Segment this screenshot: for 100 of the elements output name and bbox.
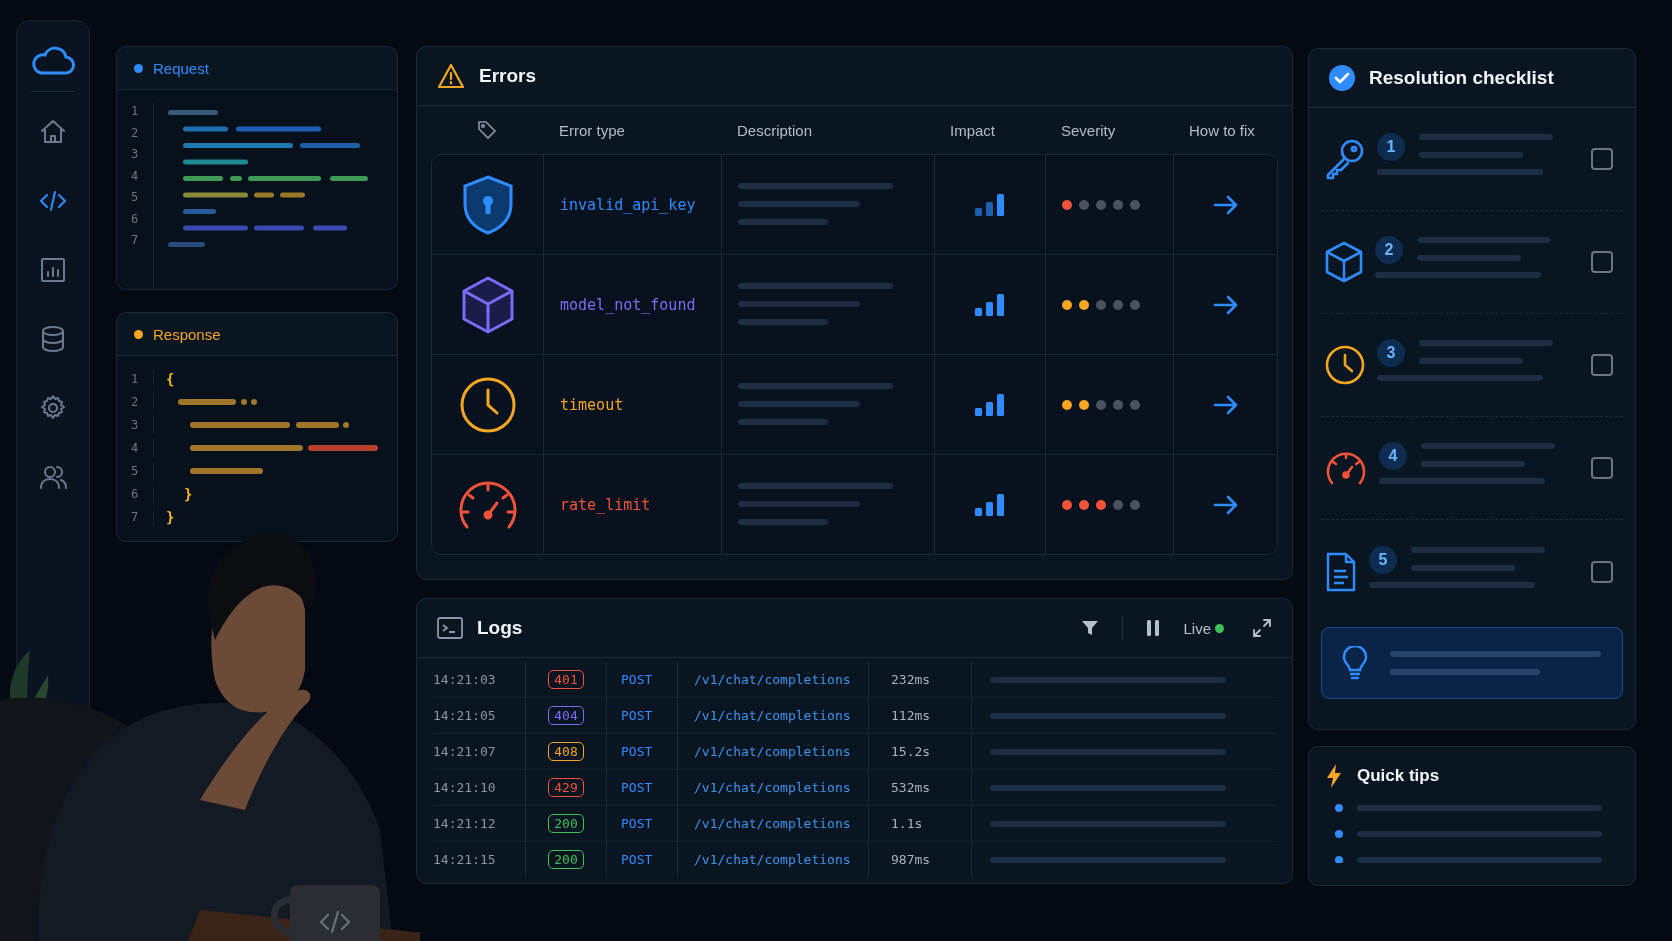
signal-bars-icon xyxy=(975,492,1005,517)
pause-icon[interactable] xyxy=(1145,619,1162,637)
lightning-icon xyxy=(1325,763,1343,789)
line-number: 4 xyxy=(131,167,140,185)
log-path-link[interactable]: /v1/chat/completions xyxy=(678,734,869,769)
log-path-link[interactable]: /v1/chat/completions xyxy=(678,662,869,697)
checkbox[interactable] xyxy=(1591,457,1613,479)
cube-icon xyxy=(1325,241,1363,283)
expand-icon[interactable] xyxy=(1252,618,1272,638)
status-code-badge: 404 xyxy=(548,706,584,725)
column-header: Error type xyxy=(558,121,626,139)
checkbox[interactable] xyxy=(1591,148,1613,170)
checkbox[interactable] xyxy=(1591,251,1613,273)
line-number: 6 xyxy=(131,484,154,504)
terminal-icon xyxy=(437,617,463,639)
log-time: 14:21:07 xyxy=(433,734,526,769)
line-number: 2 xyxy=(131,124,140,142)
status-dot xyxy=(134,329,143,339)
log-method: POST xyxy=(607,734,678,769)
live-status-dot xyxy=(1215,623,1224,633)
checkbox[interactable] xyxy=(1591,560,1613,583)
log-duration: 232ms xyxy=(869,662,972,697)
check-circle-icon xyxy=(1329,65,1355,91)
error-type-link[interactable]: model_not_found xyxy=(560,295,696,314)
step-number: 2 xyxy=(1375,236,1403,264)
log-time: 14:21:03 xyxy=(433,662,526,697)
panel-title: Resolution checklist xyxy=(1369,67,1554,89)
clock-icon xyxy=(458,375,517,434)
status-dot xyxy=(134,63,143,73)
column-header: How to fix xyxy=(1188,121,1256,139)
arrow-right-icon[interactable] xyxy=(1213,194,1239,215)
status-code-badge: 429 xyxy=(548,778,584,797)
log-duration: 987ms xyxy=(869,842,972,877)
signal-bars-icon xyxy=(975,192,1005,217)
status-code-badge: 200 xyxy=(548,814,584,833)
tag-icon xyxy=(477,120,497,140)
log-time: 14:21:12 xyxy=(433,806,526,841)
log-method: POST xyxy=(607,842,678,877)
step-number: 3 xyxy=(1377,339,1405,367)
panel-title: Logs xyxy=(477,617,523,639)
error-type-link[interactable]: invalid_api_key xyxy=(560,195,696,214)
panel-title: Errors xyxy=(479,65,537,87)
column-header: Impact xyxy=(949,121,996,139)
warning-icon xyxy=(437,63,465,89)
log-method: POST xyxy=(607,698,678,733)
clock-icon xyxy=(1325,345,1365,385)
error-type-link[interactable]: timeout xyxy=(560,395,624,414)
panel-title: Response xyxy=(153,325,221,343)
log-path-link[interactable]: /v1/chat/completions xyxy=(678,842,869,877)
filter-icon[interactable] xyxy=(1080,618,1101,638)
log-time: 14:21:05 xyxy=(433,698,526,733)
log-duration: 532ms xyxy=(869,770,972,805)
checkbox[interactable] xyxy=(1591,354,1613,376)
line-number: 5 xyxy=(131,189,140,206)
cloud-logo-icon xyxy=(31,45,75,75)
line-number: 7 xyxy=(131,507,154,527)
panel-title: Request xyxy=(153,59,209,77)
error-type-link[interactable]: rate_limit xyxy=(560,495,651,514)
status-code-badge: 401 xyxy=(548,670,584,689)
speedometer-icon xyxy=(1325,451,1367,485)
code-brace: } xyxy=(184,486,193,502)
key-icon xyxy=(1325,138,1365,180)
log-path-link[interactable]: /v1/chat/completions xyxy=(678,770,869,805)
signal-bars-icon xyxy=(975,392,1005,417)
arrow-right-icon[interactable] xyxy=(1213,394,1239,415)
log-time: 14:21:15 xyxy=(433,842,526,877)
log-path-link[interactable]: /v1/chat/completions xyxy=(678,806,869,841)
log-time: 14:21:10 xyxy=(433,770,526,805)
line-number: 1 xyxy=(131,369,154,389)
status-code-badge: 200 xyxy=(548,850,584,869)
log-method: POST xyxy=(607,770,678,805)
line-number: 3 xyxy=(131,146,140,163)
line-number: 3 xyxy=(131,415,154,435)
line-number: 7 xyxy=(131,232,140,249)
log-duration: 112ms xyxy=(869,698,972,733)
status-code-badge: 408 xyxy=(548,742,584,761)
code-brace: { xyxy=(166,371,175,387)
arrow-right-icon[interactable] xyxy=(1213,294,1239,315)
line-number: 6 xyxy=(131,210,140,228)
code-brace: } xyxy=(166,509,175,525)
document-icon xyxy=(1325,551,1357,592)
signal-bars-icon xyxy=(975,292,1005,317)
column-header: Description xyxy=(736,121,814,139)
log-method: POST xyxy=(607,662,678,697)
line-number: 1 xyxy=(131,103,140,120)
log-duration: 1.1s xyxy=(869,806,972,841)
live-label: Live xyxy=(1183,619,1211,637)
step-number: 4 xyxy=(1379,442,1407,470)
panel-title: Quick tips xyxy=(1357,766,1440,786)
column-header: Severity xyxy=(1060,121,1117,139)
arrow-right-icon[interactable] xyxy=(1213,494,1239,515)
line-number: 2 xyxy=(131,392,154,412)
log-path-link[interactable]: /v1/chat/completions xyxy=(678,698,869,733)
line-number: 5 xyxy=(131,461,154,481)
log-method: POST xyxy=(607,806,678,841)
line-number: 4 xyxy=(131,438,154,458)
step-number: 5 xyxy=(1369,545,1397,574)
step-number: 1 xyxy=(1377,133,1405,161)
lightbulb-icon xyxy=(1342,646,1368,680)
log-duration: 15.2s xyxy=(869,734,972,769)
